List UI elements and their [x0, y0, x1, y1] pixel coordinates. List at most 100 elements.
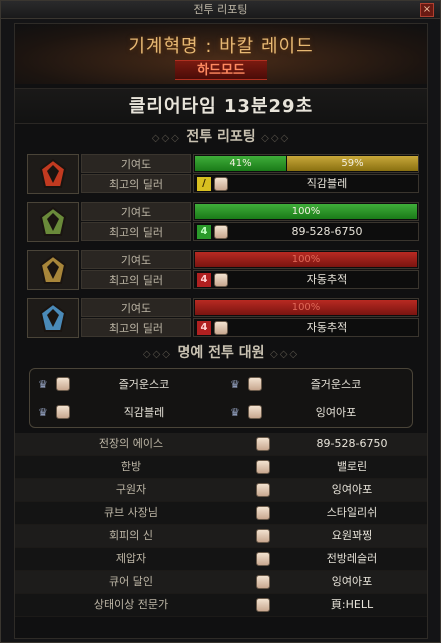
battle-report-heading: ◇◇◇ 전투 리포팅 ◇◇◇ — [151, 129, 291, 145]
red-dragon-portrait — [27, 154, 79, 194]
award-player: 요원꽈찡 — [331, 529, 373, 542]
battle-report-heading-text: 전투 리포팅 — [186, 129, 256, 145]
award-title: 큐브 사장님 — [103, 506, 159, 519]
award-player: 전방레슬러 — [326, 552, 378, 565]
character-avatar — [256, 437, 270, 451]
contribution-segment: 59% — [287, 156, 418, 171]
character-avatar — [56, 377, 70, 391]
character-avatar — [256, 483, 270, 497]
award-player: 89-528-6750 — [316, 437, 388, 450]
job-class-icon: 4 — [197, 225, 211, 239]
contribution-label: 기여도 — [81, 154, 191, 173]
crown-icon: ♛ — [230, 406, 240, 419]
character-avatar — [56, 405, 70, 419]
award-player: 잉여아포 — [331, 575, 373, 588]
honor-member-name: 즐거운스코 — [310, 378, 362, 391]
contribution-label: 기여도 — [81, 250, 191, 269]
contribution-label: 기여도 — [81, 202, 191, 221]
ice-dragon-portrait — [27, 298, 79, 338]
contribution-segment: 41% — [195, 156, 286, 171]
award-row: 큐브 사장님 스타일리쉬 — [15, 502, 427, 525]
green-dragon-portrait — [27, 202, 79, 242]
best-dealer: 4 89-528-6750 — [193, 222, 419, 241]
award-player: 밸로린 — [336, 460, 368, 473]
close-button[interactable]: × — [420, 3, 434, 17]
award-row: 한방 밸로린 — [15, 456, 427, 479]
award-title: 제압자 — [115, 552, 147, 565]
best-dealer: / 직감블레 — [193, 174, 419, 193]
crown-icon: ♛ — [230, 378, 240, 391]
best-dealer-label: 최고의 딜러 — [81, 318, 191, 337]
crown-icon: ♛ — [38, 378, 48, 391]
character-avatar — [214, 273, 228, 287]
best-dealer: 4 자동추적 — [193, 270, 419, 289]
window-title: 전투 리포팅 — [193, 3, 248, 16]
contribution-bar: 100% — [193, 298, 419, 317]
honor-members-box: ♛ 즐거운스코 ♛ 즐거운스코 ♛ 직감블레 ♛ 잉여아포 — [29, 368, 413, 428]
contribution-label: 기여도 — [81, 298, 191, 317]
best-dealer: 4 자동추적 — [193, 318, 419, 337]
contribution-segment: 100% — [195, 252, 417, 267]
honor-member-name: 직감블레 — [123, 406, 165, 419]
best-dealer-name: 자동추적 — [306, 273, 348, 286]
party-row: 기여도 최고의 딜러 100% 4 자동추적 — [27, 250, 419, 290]
character-avatar — [256, 506, 270, 520]
honor-heading: ◇◇◇ 명예 전투 대원 ◇◇◇ — [142, 345, 300, 361]
best-dealer-label: 최고의 딜러 — [81, 270, 191, 289]
honor-member-name: 잉여아포 — [315, 406, 357, 419]
award-title: 큐어 달인 — [109, 575, 153, 588]
award-row: 상태이상 전문가 頁:HELL — [15, 594, 427, 617]
battle-report-window: 전투 리포팅 × 기계혁명 : 바칼 레이드 하드모드 클리어타임 13분29초… — [0, 0, 441, 643]
job-class-icon: 4 — [197, 321, 211, 335]
character-avatar — [214, 225, 228, 239]
award-row: 구원자 잉여아포 — [15, 479, 427, 502]
window-titlebar[interactable]: 전투 리포팅 × — [1, 1, 440, 19]
gold-dragon-portrait — [27, 250, 79, 290]
award-player: 頁:HELL — [330, 598, 374, 611]
clear-time: 클리어타임 13분29초 — [15, 88, 427, 124]
best-dealer-label: 최고의 딜러 — [81, 222, 191, 241]
best-dealer-name: 직감블레 — [306, 177, 348, 190]
award-title: 상태이상 전문가 — [93, 598, 169, 611]
honor-member: ♛ 잉여아포 — [222, 399, 412, 427]
report-panel: 기계혁명 : 바칼 레이드 하드모드 클리어타임 13분29초 ◇◇◇ 전투 리… — [14, 23, 428, 639]
character-avatar — [214, 177, 228, 191]
award-row: 제압자 전방레슬러 — [15, 548, 427, 571]
party-row: 기여도 최고의 딜러 100% 4 89-528-6750 — [27, 202, 419, 242]
award-row: 큐어 달인 잉여아포 — [15, 571, 427, 594]
best-dealer-name: 89-528-6750 — [291, 225, 363, 238]
contribution-bar: 100% — [193, 250, 419, 269]
job-class-icon: 4 — [197, 273, 211, 287]
job-class-icon: / — [197, 177, 211, 191]
award-player: 잉여아포 — [331, 483, 373, 496]
character-avatar — [214, 321, 228, 335]
character-avatar — [248, 405, 262, 419]
party-row: 기여도 최고의 딜러 100% 4 자동추적 — [27, 298, 419, 338]
awards-table: 전장의 에이스 89-528-6750 한방 밸로린 구원자 잉여아포 큐브 사… — [15, 433, 427, 617]
party-row: 기여도 최고의 딜러 41% 59% / 직감블레 — [27, 154, 419, 194]
difficulty-badge: 하드모드 — [175, 60, 267, 80]
award-row: 전장의 에이스 89-528-6750 — [15, 433, 427, 456]
raid-title: 기계혁명 : 바칼 레이드 — [128, 36, 314, 57]
honor-member: ♛ 직감블레 — [30, 399, 220, 427]
contribution-bar: 41% 59% — [193, 154, 419, 173]
character-avatar — [256, 552, 270, 566]
honor-member: ♛ 즐거운스코 — [222, 371, 412, 399]
honor-member-name: 즐거운스코 — [118, 378, 170, 391]
character-avatar — [256, 460, 270, 474]
award-title: 한방 — [120, 460, 142, 473]
award-title: 구원자 — [115, 483, 147, 496]
character-avatar — [256, 529, 270, 543]
contribution-segment: 100% — [195, 204, 417, 219]
award-title: 전장의 에이스 — [98, 437, 164, 450]
raid-header: 기계혁명 : 바칼 레이드 하드모드 — [15, 24, 427, 84]
award-title: 회피의 신 — [109, 529, 153, 542]
honor-member: ♛ 즐거운스코 — [30, 371, 220, 399]
best-dealer-name: 자동추적 — [306, 321, 348, 334]
character-avatar — [248, 377, 262, 391]
contribution-bar: 100% — [193, 202, 419, 221]
contribution-segment: 100% — [195, 300, 417, 315]
character-avatar — [256, 575, 270, 589]
honor-heading-text: 명예 전투 대원 — [177, 345, 265, 361]
best-dealer-label: 최고의 딜러 — [81, 174, 191, 193]
